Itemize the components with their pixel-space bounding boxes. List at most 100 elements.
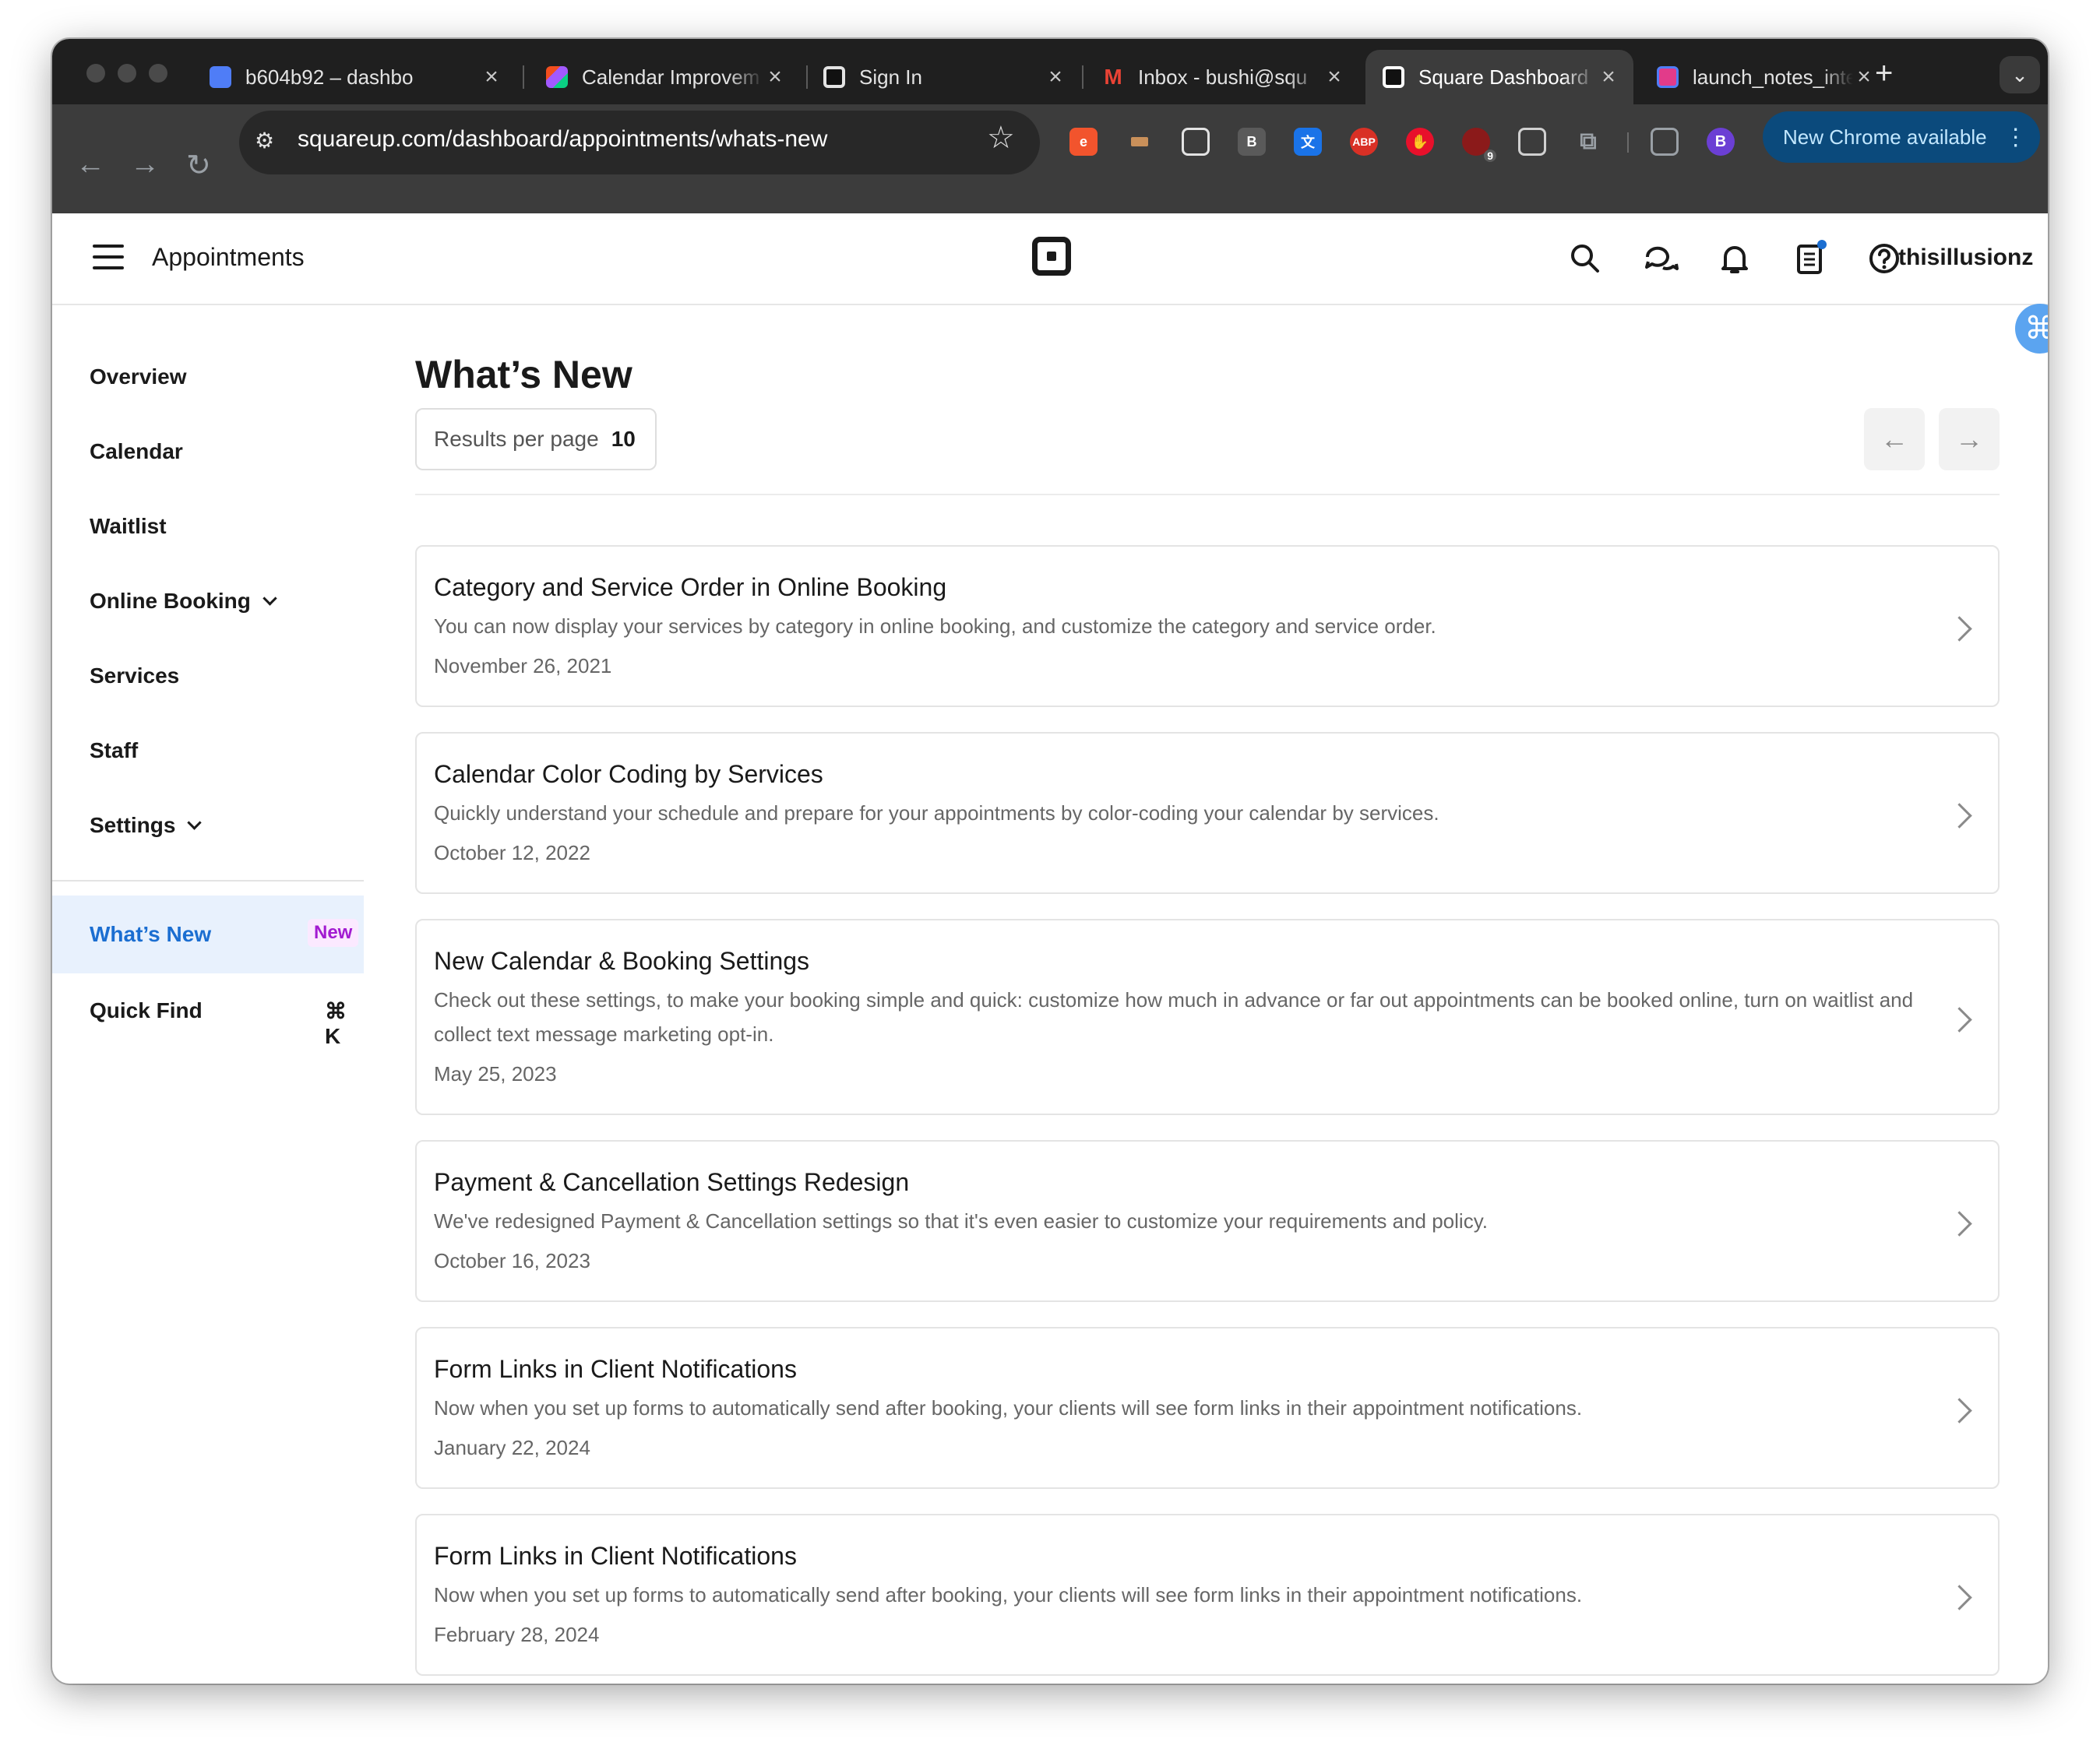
tab-title: Inbox - bushi@squ [1138,65,1308,89]
messages-icon[interactable] [1641,240,1679,277]
browser-tab[interactable]: Calendar Improvem × [529,50,800,104]
close-tab-icon[interactable]: × [1853,64,1875,90]
chevron-down-icon [187,815,202,830]
zoom-window-button[interactable] [149,64,167,83]
profile-avatar[interactable]: B [1707,128,1735,156]
update-card[interactable]: Payment & Cancellation Settings Redesign… [415,1140,2000,1302]
square-favicon-icon [823,66,845,88]
minimize-window-button[interactable] [118,64,136,83]
browser-tab[interactable]: b604b92 – dashbo × [192,50,516,104]
chevron-down-icon [262,591,277,606]
chevron-right-icon [1947,1585,1972,1610]
previous-page-button[interactable]: ← [1864,408,1925,470]
card-description: Now when you set up forms to automatical… [434,1396,1583,1420]
bookmark-star-icon[interactable]: ☆ [987,120,1015,156]
site-settings-icon[interactable]: ⚙ [255,128,283,156]
account-username[interactable]: thisillusionz [1898,245,2033,271]
extension-capture-icon[interactable] [1518,128,1546,156]
card-date: February 28, 2024 [434,1623,600,1646]
browser-tab[interactable]: M Inbox - bushi@squ × [1085,50,1359,104]
sidebar-item-settings[interactable]: Settings [90,813,202,838]
extension-hand-icon[interactable]: ✋ [1406,128,1434,156]
sidebar-item-services[interactable]: Services [90,663,179,688]
close-tab-icon[interactable]: × [1045,64,1066,90]
update-card[interactable]: Calendar Color Coding by Services Quickl… [415,732,2000,894]
url-text[interactable]: squareup.com/dashboard/appointments/what… [298,126,827,153]
close-tab-icon[interactable]: × [1323,64,1345,90]
sidebar-item-label: Online Booking [90,589,251,613]
square-logo-icon[interactable] [1032,237,1071,276]
launch-notes-favicon-icon [1657,66,1679,88]
tab-title: Calendar Improvem [582,65,760,89]
reload-icon[interactable]: ↻ [186,148,211,183]
tab-title: Square Dashboard [1418,65,1589,89]
sidebar-item-waitlist[interactable]: Waitlist [90,514,167,539]
tab-search-chevron-icon[interactable]: ⌄ [2000,56,2040,93]
next-page-button[interactable]: → [1939,408,2000,470]
app-title: Appointments [152,243,305,271]
sidebar-item-calendar[interactable]: Calendar [90,439,183,464]
sidebar-item-online-booking[interactable]: Online Booking [90,589,277,614]
browser-tab[interactable]: launch_notes_inte × [1640,50,1889,104]
new-chrome-available-button[interactable]: New Chrome available ⋮ [1763,111,2040,163]
new-badge: New [308,919,359,947]
side-panel-icon[interactable] [1651,128,1679,156]
close-window-button[interactable] [86,64,105,83]
sidebar-item-whats-new[interactable]: What’s New New [52,896,364,973]
new-chrome-label: New Chrome available [1783,125,1987,149]
docs-favicon-icon [210,66,231,88]
forward-arrow-icon[interactable]: → [130,148,160,181]
gmail-favicon-icon: M [1104,65,1122,89]
close-tab-icon[interactable]: × [764,64,786,90]
quick-find-shortcut: ⌘ K [325,999,347,1048]
back-arrow-icon[interactable]: ← [76,148,105,181]
kebab-menu-icon[interactable]: ⋮ [2004,124,2028,151]
update-card[interactable]: Form Links in Client Notifications Now w… [415,1514,2000,1676]
sidebar-item-quick-find[interactable]: Quick Find [90,998,203,1023]
card-date: October 16, 2023 [434,1249,590,1272]
extension-tape-icon[interactable] [1126,128,1154,156]
close-tab-icon[interactable]: × [481,64,502,90]
extension-e-icon[interactable]: e [1069,128,1098,156]
card-description: Check out these settings, to make your b… [434,988,1914,1046]
browser-tab[interactable]: Sign In × [806,50,1080,104]
app-header: Appointments thisillusionz [52,213,2048,305]
sidebar-item-label: What’s New [90,922,212,946]
browser-window: b604b92 – dashbo × Calendar Improvem × S… [52,39,2048,1684]
card-description: We've redesigned Payment & Cancellation … [434,1209,1488,1233]
chevron-right-icon [1947,1007,1972,1033]
browser-tab-active[interactable]: Square Dashboard × [1365,50,1633,104]
extension-b-icon[interactable]: B [1238,128,1266,156]
search-icon[interactable] [1566,240,1604,277]
command-key-icon[interactable]: ⌘ [2015,304,2048,354]
chevron-right-icon [1947,1211,1972,1237]
results-per-page-value: 10 [611,427,636,451]
clipboard-icon[interactable] [1791,240,1828,277]
arrow-left-icon: ← [1880,423,1908,455]
card-description: You can now display your services by cat… [434,614,1436,638]
results-per-page-select[interactable]: Results per page 10 [415,408,657,470]
new-tab-icon[interactable]: + [1875,56,1893,91]
sidebar-item-overview[interactable]: Overview [90,364,187,389]
help-icon[interactable] [1866,240,1903,277]
tab-title: launch_notes_inte [1693,65,1853,89]
chevron-right-icon [1947,616,1972,642]
update-card[interactable]: New Calendar & Booking Settings Check ou… [415,919,2000,1115]
sidebar-item-label: Settings [90,813,176,837]
extension-adblock-icon[interactable]: ABP [1350,128,1378,156]
sidebar-item-staff[interactable]: Staff [90,738,138,763]
content-divider [415,494,2000,495]
close-tab-icon[interactable]: × [1598,64,1619,90]
update-card[interactable]: Category and Service Order in Online Boo… [415,545,2000,707]
update-card[interactable]: Form Links in Client Notifications Now w… [415,1327,2000,1489]
bell-icon[interactable] [1716,240,1753,277]
hamburger-menu-icon[interactable] [93,245,124,269]
results-per-page-label: Results per page [434,427,599,451]
extensions-puzzle-icon[interactable]: ⧉ [1574,128,1602,156]
card-date: January 22, 2024 [434,1436,590,1459]
card-title: Category and Service Order in Online Boo… [434,573,947,601]
card-date: May 25, 2023 [434,1062,557,1086]
extension-square-icon[interactable] [1182,128,1210,156]
extension-ublock-icon[interactable]: 9 [1462,128,1496,162]
extension-translate-icon[interactable]: 文 [1294,128,1322,156]
